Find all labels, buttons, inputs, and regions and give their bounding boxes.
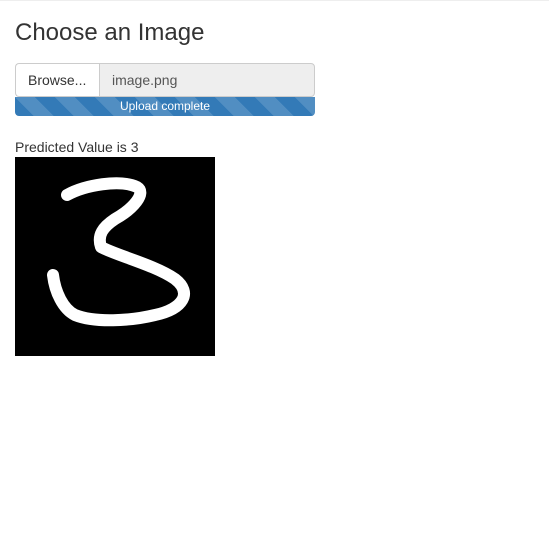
page: Choose an Image Browse... image.png Uplo… — [0, 0, 549, 549]
file-name-field[interactable]: image.png — [99, 63, 315, 97]
upload-progress-bar: Upload complete — [15, 97, 315, 116]
file-input-group: Browse... image.png — [15, 63, 315, 97]
browse-button[interactable]: Browse... — [15, 63, 99, 97]
handwritten-digit-3 — [15, 157, 215, 356]
page-title: Choose an Image — [15, 19, 205, 46]
upload-progress: Upload complete — [15, 97, 315, 116]
digit-image — [15, 157, 215, 356]
prediction-text: Predicted Value is 3 — [15, 139, 139, 155]
